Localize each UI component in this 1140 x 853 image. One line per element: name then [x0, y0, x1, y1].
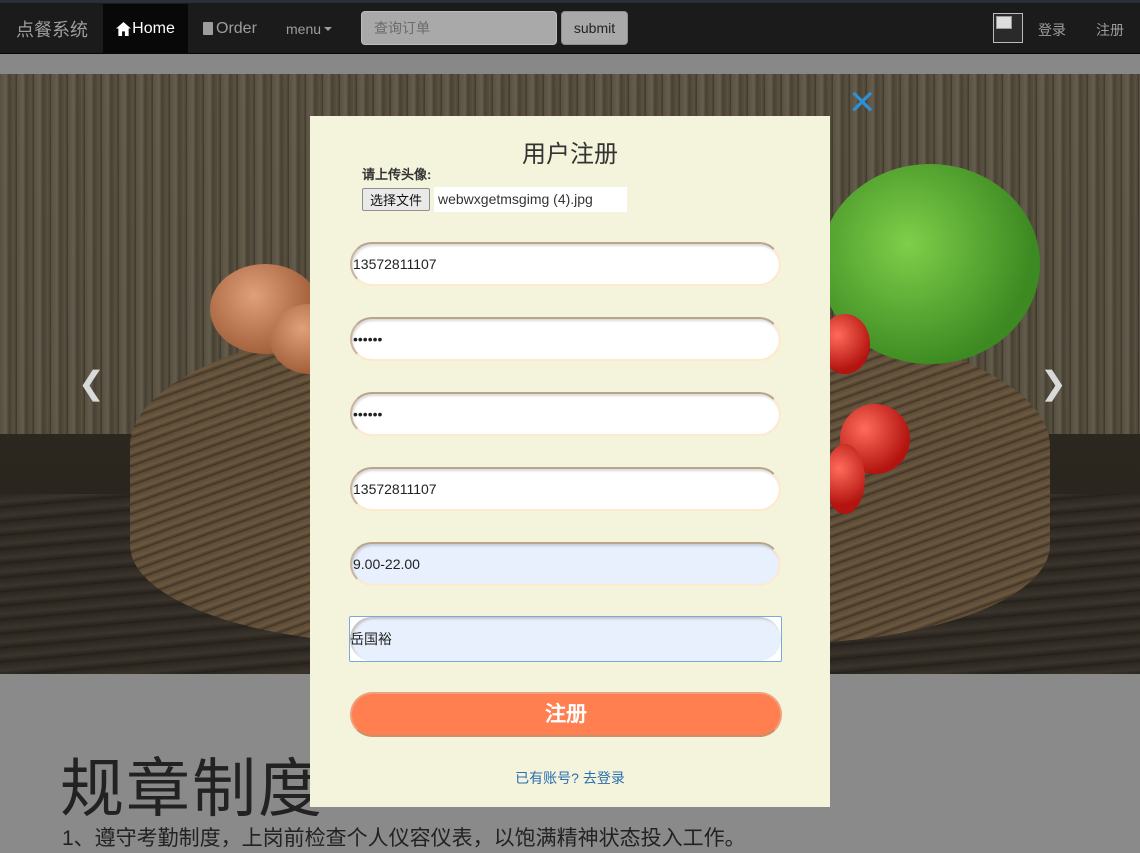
nav-menu-label: menu [286, 21, 322, 37]
phone-field-secondary-value: 13572811107 [353, 481, 437, 497]
navbar-top-border [0, 0, 1140, 3]
home-icon [116, 22, 132, 36]
avatar-upload-label: 请上传头像: [362, 167, 432, 182]
register-modal: 用户注册 请上传头像: 选择文件 webwxgetmsgimg (4).jpg … [310, 116, 830, 807]
go-to-login-link[interactable]: 已有账号? 去登录 [310, 768, 830, 788]
carousel-prev-icon[interactable]: ❮ [78, 364, 105, 402]
nav-register-link[interactable]: 注册 [1096, 20, 1124, 40]
confirm-password-field-value: •••••• [353, 406, 383, 422]
close-icon[interactable]: ✕ [848, 86, 877, 120]
order-search-input[interactable] [361, 11, 557, 45]
phone-field-secondary[interactable]: 13572811107 [350, 467, 781, 511]
name-field-inner: 岳国裕 [350, 617, 781, 661]
carousel-next-icon[interactable]: ❯ [1040, 364, 1067, 402]
top-navbar: 点餐系统 Home Order menu submit 登录 注册 [0, 0, 1140, 54]
nav-home-link[interactable]: Home [103, 4, 188, 54]
name-field[interactable]: 岳国裕 [349, 616, 782, 662]
carousel-image-tomato [825, 444, 865, 514]
password-field-value: •••••• [353, 331, 383, 347]
broken-image-icon [996, 16, 1012, 29]
search-submit-button[interactable]: submit [561, 11, 628, 45]
selected-file-name: webwxgetmsgimg (4).jpg [434, 187, 627, 212]
phone-field[interactable]: 13572811107 [350, 242, 781, 286]
choose-file-button[interactable]: 选择文件 [362, 188, 431, 211]
rules-heading: 规章制度 [60, 753, 324, 827]
name-field-value: 岳国裕 [350, 631, 392, 647]
nav-home-label: Home [132, 20, 175, 37]
phone-field-value: 13572811107 [353, 256, 437, 272]
register-submit-button[interactable]: 注册 [350, 692, 782, 737]
rules-text-line: 1、遵守考勤制度，上岗前检查个人仪容仪表，以饱满精神状态投入工作。 [62, 827, 746, 850]
brand-logo-text[interactable]: 点餐系统 [16, 16, 88, 42]
nav-order-label: Order [216, 20, 257, 37]
business-hours-field-value: 9.00-22.00 [353, 556, 420, 572]
chevron-down-icon [324, 27, 333, 31]
confirm-password-field[interactable]: •••••• [350, 392, 781, 436]
user-avatar[interactable] [993, 13, 1023, 43]
business-hours-field[interactable]: 9.00-22.00 [350, 542, 781, 586]
password-field[interactable]: •••••• [350, 317, 781, 361]
nav-menu-dropdown[interactable]: menu [286, 4, 333, 54]
book-icon [203, 21, 213, 35]
nav-order-link[interactable]: Order [203, 4, 257, 54]
nav-login-link[interactable]: 登录 [1038, 20, 1066, 40]
